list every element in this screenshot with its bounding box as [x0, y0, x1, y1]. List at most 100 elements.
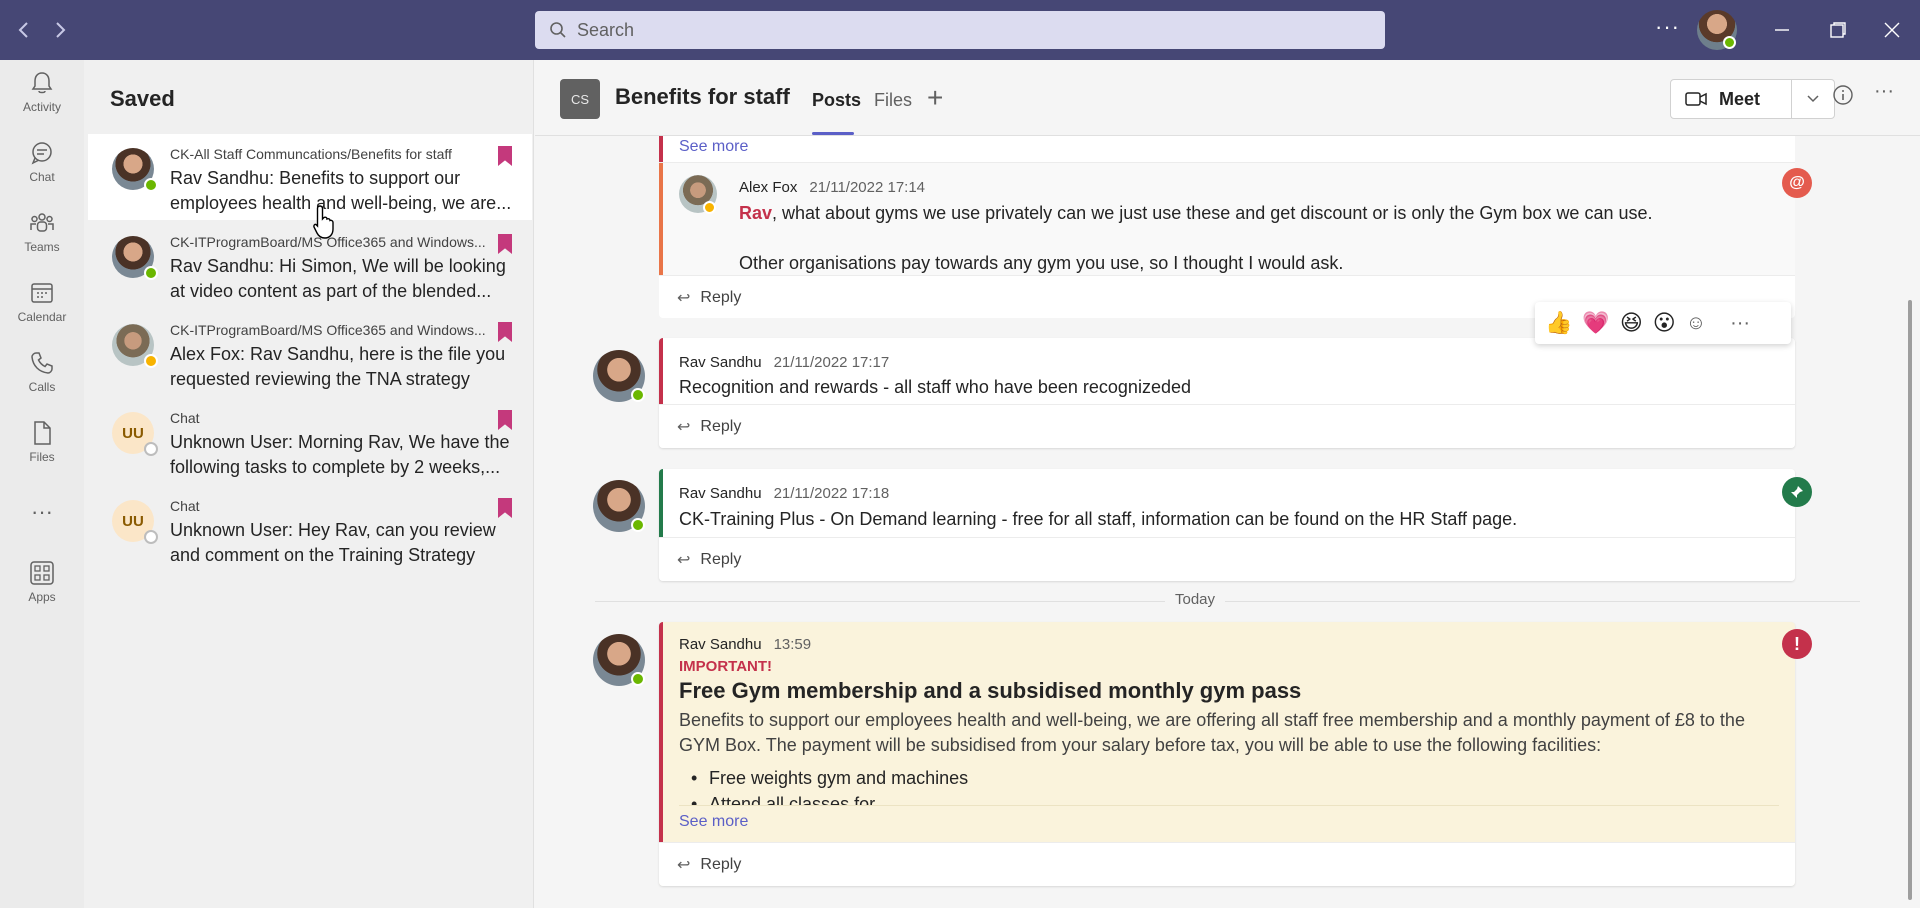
see-more-link[interactable]: See more: [679, 138, 748, 156]
author-name: Rav Sandhu: [679, 485, 762, 502]
bookmark-icon[interactable]: [498, 410, 512, 430]
pin-icon: [1782, 477, 1812, 507]
minimize-icon[interactable]: [1764, 12, 1800, 48]
post-card[interactable]: Rav Sandhu 21/11/2022 17:18 CK-Training P…: [659, 469, 1795, 581]
message-author: Rav Sandhu 13:59: [679, 636, 811, 653]
presence-offline-icon: [144, 442, 158, 456]
saved-item[interactable]: CK-All Staff Communcations/Benefits for …: [88, 134, 532, 220]
presence-available-icon: [144, 178, 158, 192]
bell-icon: [31, 72, 53, 94]
chevron-down-icon: [1807, 95, 1819, 103]
important-label: IMPORTANT!: [679, 658, 773, 675]
meet-dropdown-button[interactable]: [1791, 79, 1835, 119]
heart-reaction-icon[interactable]: 💗: [1582, 310, 1609, 336]
reply-button[interactable]: ↩ Reply: [659, 404, 1795, 448]
message-author: Rav Sandhu 21/11/2022 17:18: [679, 485, 889, 502]
like-reaction-icon[interactable]: 👍: [1545, 310, 1572, 336]
info-icon[interactable]: [1832, 84, 1854, 112]
saved-item-context: CK-ITProgramBoard/MS Office365 and Windo…: [170, 322, 486, 338]
rail-activity[interactable]: Activity: [0, 60, 84, 124]
saved-panel: Saved CK-All Staff Communcations/Benefit…: [84, 60, 534, 908]
rail-label: Teams: [24, 240, 60, 254]
message-timestamp: 21/11/2022 17:14: [809, 179, 926, 196]
reply-button[interactable]: ↩ Reply: [659, 537, 1795, 581]
add-tab-icon[interactable]: +: [927, 82, 943, 114]
laugh-reaction-icon[interactable]: 😆: [1620, 310, 1643, 336]
rail-teams[interactable]: Teams: [0, 200, 84, 264]
reply-label: Reply: [700, 417, 742, 435]
saved-item[interactable]: UU Chat Unknown User: Morning Rav, We ha…: [88, 398, 532, 484]
bookmark-icon[interactable]: [498, 146, 512, 166]
rail-files[interactable]: Files: [0, 410, 84, 474]
reply-label: Reply: [700, 550, 742, 568]
saved-item[interactable]: CK-ITProgramBoard/MS Office365 and Windo…: [88, 222, 532, 308]
date-divider: [595, 601, 1860, 602]
list-item-text: Free weights gym and machines: [709, 768, 969, 788]
presence-available-icon: [631, 388, 645, 402]
posts-feed: See more Alex Fox 21/11/2022 17:14 Rav, w…: [535, 136, 1903, 908]
more-options-icon[interactable]: ···: [1730, 312, 1750, 335]
active-tab-indicator: [812, 132, 854, 135]
author-name: Alex Fox: [739, 179, 798, 196]
file-icon: [34, 421, 51, 445]
message-accent-bar: [659, 622, 663, 842]
reply-arrow-icon: ↩: [677, 856, 691, 874]
saved-item-context: Chat: [170, 410, 200, 426]
meet-button[interactable]: Meet: [1670, 79, 1792, 119]
more-options-icon[interactable]: ···: [1874, 80, 1894, 103]
message-accent-bar: [659, 338, 663, 404]
search-icon: [550, 22, 566, 38]
scrollbar-thumb[interactable]: [1908, 300, 1912, 900]
post-card[interactable]: Rav Sandhu 21/11/2022 17:17 Recognition a…: [659, 338, 1795, 448]
see-more-link[interactable]: See more: [679, 813, 748, 831]
presence-available-icon: [631, 672, 645, 686]
saved-item-message: Rav Sandhu: Benefits to support our empl…: [170, 168, 512, 213]
team-avatar: CS: [560, 79, 600, 119]
message-timestamp: 21/11/2022 17:17: [773, 354, 890, 371]
author-name: Rav Sandhu: [679, 636, 762, 653]
rail-more-apps[interactable]: ···: [0, 480, 84, 544]
rail-chat[interactable]: Chat: [0, 130, 84, 194]
saved-item[interactable]: CK-ITProgramBoard/MS Office365 and Windo…: [88, 310, 532, 396]
rail-label: Calls: [28, 380, 56, 394]
forward-arrow-icon[interactable]: [48, 16, 72, 44]
tab-files[interactable]: Files: [874, 90, 912, 111]
surprised-reaction-icon[interactable]: 😮: [1653, 310, 1676, 336]
saved-item-message: Unknown User: Morning Rav, We have the f…: [170, 432, 510, 477]
bookmark-icon[interactable]: [498, 322, 512, 342]
back-arrow-icon[interactable]: [12, 16, 36, 44]
presence-offline-icon: [144, 530, 158, 544]
author-name: Rav Sandhu: [679, 354, 762, 371]
message-author: Rav Sandhu 21/11/2022 17:17: [679, 354, 889, 371]
message-author: Alex Fox 21/11/2022 17:14: [739, 179, 925, 196]
bookmark-icon[interactable]: [498, 234, 512, 254]
bookmark-icon[interactable]: [498, 498, 512, 518]
mention-link[interactable]: Rav: [739, 203, 772, 223]
today-label: Today: [1165, 591, 1226, 608]
presence-away-icon: [144, 354, 158, 368]
message-accent-bar: [659, 469, 663, 537]
close-icon[interactable]: [1874, 12, 1910, 48]
mention-accent-bar: [659, 163, 663, 275]
presence-available-icon: [1723, 36, 1736, 49]
title-bar: Search ···: [0, 0, 1920, 60]
video-camera-icon: [1685, 92, 1707, 106]
tab-posts[interactable]: Posts: [812, 90, 861, 111]
saved-item[interactable]: UU Chat Unknown User: Hey Rav, can you r…: [88, 486, 532, 572]
phone-icon: [31, 352, 53, 374]
hand-cursor-icon: [313, 205, 334, 239]
reply-button[interactable]: ↩ Reply: [659, 842, 1795, 886]
thread-card: See more Alex Fox 21/11/2022 17:14 Rav, w…: [659, 136, 1795, 318]
rail-calendar[interactable]: Calendar: [0, 270, 84, 334]
channel-title: Benefits for staff: [615, 84, 790, 109]
rail-apps[interactable]: Apps: [0, 550, 84, 614]
restore-icon[interactable]: [1820, 12, 1856, 48]
message-text: Recognition and rewards - all staff who …: [679, 377, 1191, 397]
reply-arrow-icon: ↩: [677, 551, 691, 569]
rail-calls[interactable]: Calls: [0, 340, 84, 404]
add-reaction-icon[interactable]: ☺: [1686, 312, 1706, 335]
post-card[interactable]: Rav Sandhu 13:59 IMPORTANT! Free Gym memb…: [659, 622, 1795, 886]
more-options-icon[interactable]: ···: [1655, 14, 1680, 40]
mention-at-icon: @: [1782, 168, 1812, 198]
search-input[interactable]: Search: [535, 11, 1385, 49]
